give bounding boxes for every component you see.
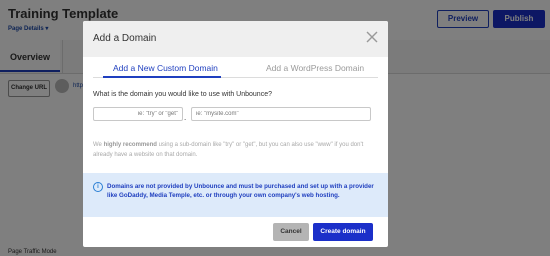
close-icon[interactable] [366, 31, 378, 43]
domain-separator: . [184, 113, 187, 122]
help-prefix: We [93, 142, 104, 148]
create-domain-button[interactable]: Create domain [313, 223, 373, 241]
info-notice: i Domains are not provided by Unbounce a… [83, 173, 388, 217]
help-text: We highly recommend using a sub-domain l… [93, 140, 375, 160]
active-tab-indicator [103, 76, 221, 78]
info-icon: i [93, 182, 103, 192]
domain-question: What is the domain you would like to use… [93, 91, 272, 98]
help-emphasis: highly recommend [103, 142, 157, 148]
modal-header: Add a Domain [83, 21, 388, 57]
tab-custom-domain[interactable]: Add a New Custom Domain [113, 63, 218, 73]
subdomain-input[interactable] [93, 107, 183, 121]
add-domain-modal: Add a Domain Add a New Custom Domain Add… [83, 21, 388, 247]
tab-wordpress-domain[interactable]: Add a WordPress Domain [266, 63, 364, 73]
domain-input[interactable] [191, 107, 371, 121]
info-text: Domains are not provided by Unbounce and… [107, 183, 374, 199]
cancel-button[interactable]: Cancel [273, 223, 309, 241]
modal-title: Add a Domain [93, 33, 157, 44]
